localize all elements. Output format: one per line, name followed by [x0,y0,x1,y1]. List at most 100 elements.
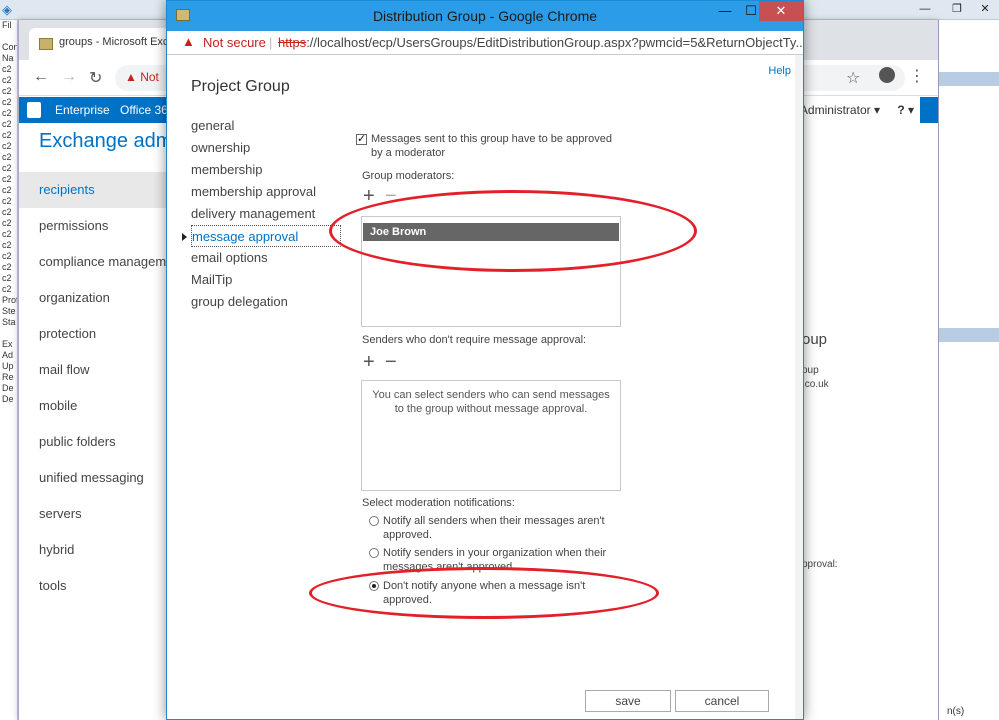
eac-nav-item[interactable]: protection [19,316,189,352]
side-nav-label: membership [191,162,263,177]
notify-org-line1: Notify senders in your organization when… [383,547,607,559]
notify-all-line2: approved. [383,529,432,541]
left-strip-row: c2 [2,97,12,107]
eac-nav-item[interactable]: mail flow [19,352,189,388]
bg-close-button[interactable]: ✕ [972,0,998,19]
app-diamond-icon: ◈ [2,2,12,17]
notify-all-radio[interactable] [369,516,379,526]
moderation-checkbox[interactable] [356,132,367,145]
notify-none-line2: approved. [383,594,432,606]
side-nav-item[interactable]: email options [191,247,341,269]
left-strip-row [0,31,17,42]
popup-minimize-button[interactable]: — [711,1,739,21]
reload-icon[interactable]: ↻ [89,68,102,88]
notify-all-line1: Notify all senders when their messages a… [383,515,605,527]
eac-title: Exchange admi [39,130,177,152]
details-line3: pproval: [802,559,838,570]
left-strip-row: Con [2,42,18,52]
user-area: Administrator ▾ ? ▾ [793,97,920,123]
left-strip-row: c2 [2,273,12,283]
side-nav-item[interactable]: membership [191,159,341,181]
eac-nav-item[interactable]: compliance manageme [19,244,189,280]
list-item[interactable]: Joe Brown [363,223,619,241]
left-strip-row: c2 [2,86,12,96]
moderators-list[interactable]: Joe Brown [361,216,621,327]
eac-nav-item[interactable]: unified messaging [19,460,189,496]
distribution-group-popup: Distribution Group - Google Chrome — ☐ ✕… [166,0,804,720]
help-link[interactable]: Help [768,65,791,77]
profile-avatar-icon[interactable] [879,67,895,83]
bg-minimize-button[interactable]: — [912,0,938,19]
add-moderator-icon[interactable]: + [363,186,375,206]
remove-sender-icon[interactable]: − [385,352,397,372]
side-nav-item[interactable]: general [191,115,341,137]
side-nav-item[interactable]: MailTip [191,269,341,291]
left-strip-row: c2 [2,207,12,217]
side-nav-label: message approval [192,229,299,244]
forward-arrow-icon[interactable]: → [61,68,77,86]
notify-org-radio[interactable] [369,548,379,558]
notify-none-radio[interactable] [369,581,379,591]
left-strip-row: c2 [2,152,12,162]
senders-label: Senders who don't require message approv… [362,334,587,346]
not-secure-label: Not secure [203,35,266,50]
left-strip-row: c2 [2,262,12,272]
star-icon[interactable]: ☆ [846,68,860,88]
moderation-label-line1: Messages sent to this group have to be a… [371,133,612,145]
left-strip-row: Na [2,53,14,63]
side-nav-item[interactable]: ownership [191,137,341,159]
notify-org-line2: messages aren't approved. [383,561,516,573]
side-nav-item[interactable]: membership approval [191,181,341,203]
back-arrow-icon[interactable]: ← [33,68,49,86]
left-strip-row: c2 [2,196,12,206]
senders-list[interactable]: You can select senders who can send mess… [361,380,621,491]
side-nav-label: membership approval [191,184,317,199]
eac-nav-item[interactable]: recipients [19,172,189,208]
address-separator: | [269,35,273,50]
left-strip-row: c2 [2,174,12,184]
bg-restore-button[interactable]: ❐ [944,0,970,19]
user-menu[interactable]: Administrator ▾ [800,103,880,117]
active-pointer-icon [182,233,187,241]
side-nav-item[interactable]: group delegation [191,291,341,313]
add-sender-icon[interactable]: + [363,352,375,372]
side-nav-item[interactable]: message approval [182,225,341,247]
eac-nav-item[interactable]: mobile [19,388,189,424]
eac-nav-item[interactable]: permissions [19,208,189,244]
chrome-menu-icon[interactable]: ⋮ [909,66,925,86]
url-rest: ://localhost/ecp/UsersGroups/EditDistrib… [306,35,803,50]
eac-nav-item[interactable]: servers [19,496,189,532]
background-left-strip: Fil Con Na c2 c2 c2 c2 c2 c2 c2 c2 c2 c2 c2 c2 c2 c2 c2 c2… [0,20,18,720]
moderation-label-line2: by a moderator [371,147,445,159]
cancel-button[interactable]: cancel [675,690,769,712]
left-strip-row: c2 [2,284,12,294]
eac-nav-item[interactable]: public folders [19,424,189,460]
side-nav-label: email options [191,250,268,265]
office365-link[interactable]: Office 36 [120,103,168,117]
eac-nav-item[interactable]: organization [19,280,189,316]
enterprise-link[interactable]: Enterprise [55,103,110,117]
save-button[interactable]: save [585,690,671,712]
popup-scrollbar[interactable] [795,55,803,719]
warning-icon: ▲ [125,70,141,84]
omnibox-not-secure-text: Not [140,70,159,84]
help-menu[interactable]: ? ▾ [897,103,914,117]
left-strip-row: c2 [2,229,12,239]
details-line1: oup [802,365,819,376]
side-nav-item[interactable]: delivery management [191,203,341,225]
left-strip-row: Ste [2,306,16,316]
popup-close-button[interactable]: ✕ [759,1,803,21]
popup-address-bar[interactable]: ▲ Not secure | https://localhost/ecp/Use… [167,31,803,55]
left-strip-row: Up [2,361,14,371]
eac-nav-item[interactable]: tools [19,568,189,604]
side-nav-label: ownership [191,140,251,155]
group-moderators-label: Group moderators: [362,170,455,182]
tab-groups[interactable]: groups - Microsoft Exc [29,28,179,60]
remove-moderator-icon[interactable]: − [385,186,397,206]
background-right-window: n(s) [938,20,999,720]
not-secure-warning-icon: ▲ [182,34,195,49]
left-strip-row: c2 [2,251,12,261]
left-strip-row: c2 [2,218,12,228]
eac-nav-item[interactable]: hybrid [19,532,189,568]
left-strip-row: c2 [2,119,12,129]
